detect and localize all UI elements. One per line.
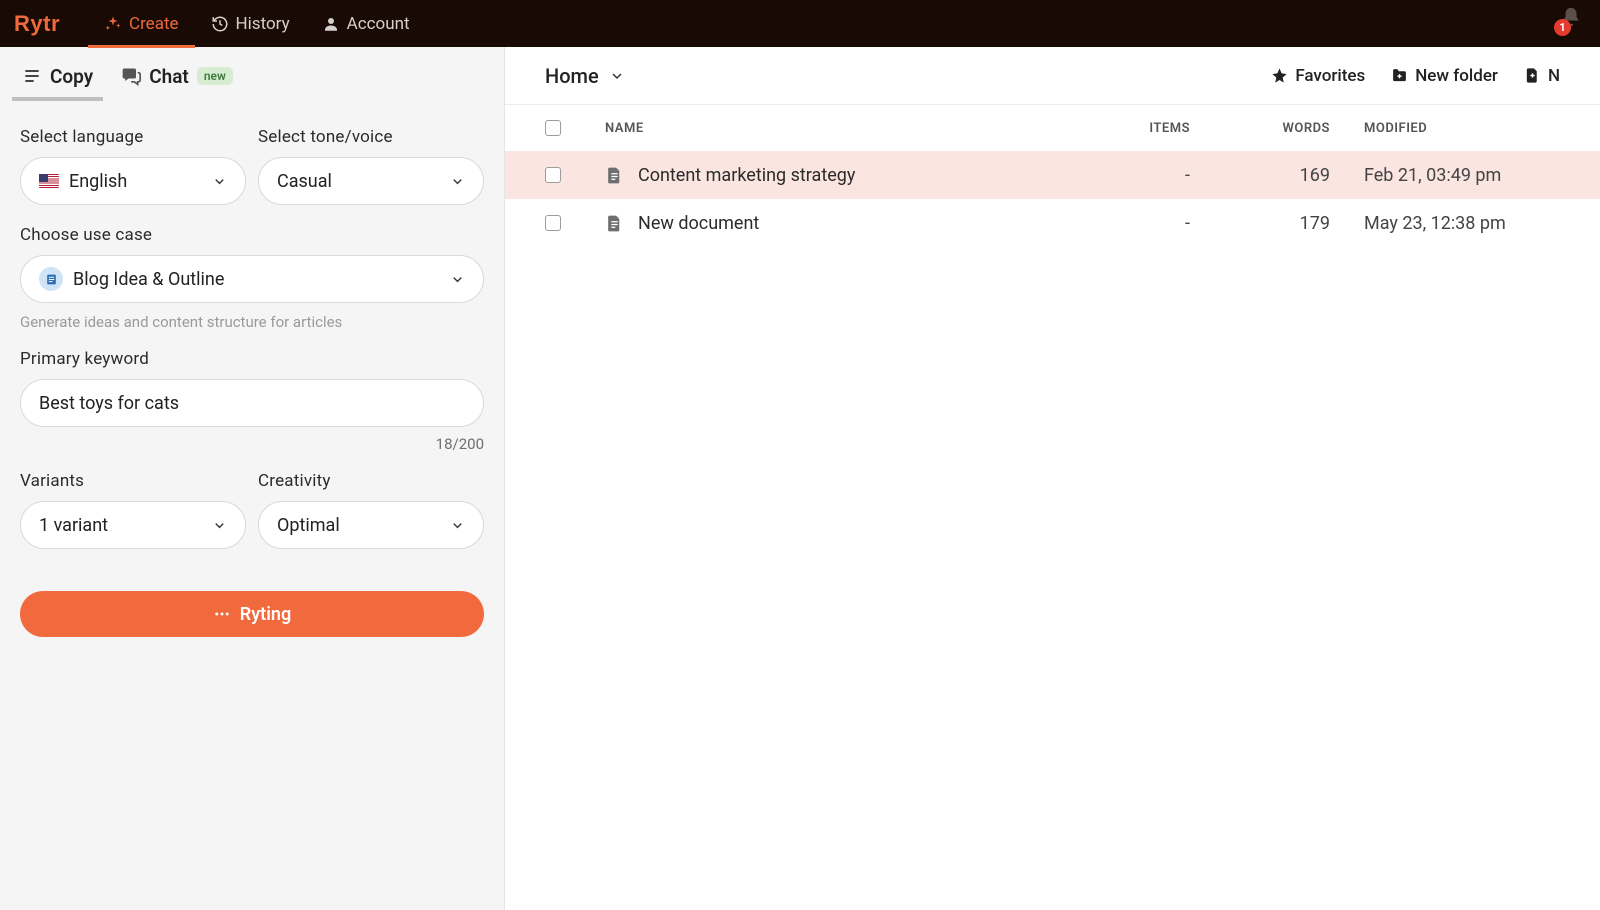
top-nav: Rytr Create History Account 1 [0,0,1600,47]
row-words: 169 [1190,165,1330,186]
breadcrumb[interactable]: Home [545,64,625,88]
loading-dots-icon [213,605,231,623]
tone-value: Casual [277,171,332,192]
chevron-down-icon [212,518,227,533]
brand-logo: Rytr [14,11,60,37]
nav-account[interactable]: Account [306,0,426,47]
select-all-checkbox[interactable] [545,120,561,136]
sparkle-icon [104,15,122,33]
row-words: 179 [1190,213,1330,234]
creativity-value: Optimal [277,515,340,536]
col-name[interactable]: NAME [605,121,1070,136]
keyword-label: Primary keyword [20,349,484,369]
favorites-button[interactable]: Favorites [1271,66,1365,86]
chevron-down-icon [212,174,227,189]
creativity-label: Creativity [258,471,484,491]
nav-account-label: Account [347,14,410,34]
tone-label: Select tone/voice [258,127,484,147]
breadcrumb-label: Home [545,64,599,88]
table-row[interactable]: New document -179May 23, 12:38 pm [505,199,1600,247]
flag-us-icon [39,174,59,188]
sidebar-tabs: Copy Chat new [0,47,504,105]
nav-create[interactable]: Create [88,0,195,47]
row-checkbox[interactable] [545,215,561,231]
star-icon [1271,67,1288,84]
document-icon [605,166,624,185]
language-select[interactable]: English [20,157,246,205]
keyword-counter: 18/200 [20,435,484,453]
usecase-select[interactable]: Blog Idea & Outline [20,255,484,303]
folder-plus-icon [1391,67,1408,84]
tab-chat-label: Chat [149,65,189,88]
row-name: Content marketing strategy [638,165,855,186]
main-panel: Home Favorites New folder N N [505,47,1600,910]
row-modified: Feb 21, 03:49 pm [1330,165,1560,186]
notifications-button[interactable]: 1 [1560,6,1582,32]
chevron-down-icon [450,174,465,189]
row-items: - [1070,165,1190,186]
ryting-button[interactable]: Ryting [20,591,484,637]
nav-history-label: History [236,14,290,34]
tab-chat[interactable]: Chat new [111,53,243,100]
nav-history[interactable]: History [195,0,306,47]
blog-idea-icon [39,267,63,291]
table-row[interactable]: Content marketing strategy -169Feb 21, 03… [505,151,1600,199]
usecase-label: Choose use case [20,225,484,245]
row-checkbox[interactable] [545,167,561,183]
usecase-value: Blog Idea & Outline [73,269,224,290]
chevron-down-icon [450,272,465,287]
keyword-input[interactable]: Best toys for cats [20,379,484,427]
new-folder-label: New folder [1415,66,1498,86]
creativity-select[interactable]: Optimal [258,501,484,549]
new-doc-label: N [1548,66,1560,86]
col-words[interactable]: WORDS [1190,121,1330,136]
person-icon [322,15,340,33]
col-modified[interactable]: MODIFIED [1330,121,1560,136]
favorites-label: Favorites [1295,66,1365,86]
variants-label: Variants [20,471,246,491]
col-items[interactable]: ITEMS [1070,121,1190,136]
notification-badge: 1 [1554,19,1571,36]
file-plus-icon [1524,67,1541,84]
chat-icon [121,66,141,86]
notes-icon [22,66,42,86]
sidebar: Copy Chat new Select language English Se… [0,47,505,910]
main-toolbar: Home Favorites New folder N [505,47,1600,105]
keyword-value: Best toys for cats [39,393,179,414]
chevron-down-icon [450,518,465,533]
new-folder-button[interactable]: New folder [1391,66,1498,86]
document-icon [605,214,624,233]
variants-select[interactable]: 1 variant [20,501,246,549]
language-value: English [69,171,127,192]
tab-copy-label: Copy [50,65,93,88]
language-label: Select language [20,127,246,147]
row-name: New document [638,213,759,234]
new-doc-button[interactable]: N [1524,66,1560,86]
tab-copy[interactable]: Copy [12,53,103,100]
row-modified: May 23, 12:38 pm [1330,213,1560,234]
table-header: NAME ITEMS WORDS MODIFIED [505,105,1600,151]
variants-value: 1 variant [39,515,108,536]
history-icon [211,15,229,33]
chevron-down-icon [609,68,625,84]
new-badge: new [197,67,233,85]
table-body: Content marketing strategy-169Feb 21, 03… [505,151,1600,247]
copy-form: Select language English Select tone/voic… [0,105,504,659]
nav-create-label: Create [129,14,179,34]
usecase-helper: Generate ideas and content structure for… [20,313,484,331]
tone-select[interactable]: Casual [258,157,484,205]
row-items: - [1070,213,1190,234]
ryting-label: Ryting [240,604,291,625]
